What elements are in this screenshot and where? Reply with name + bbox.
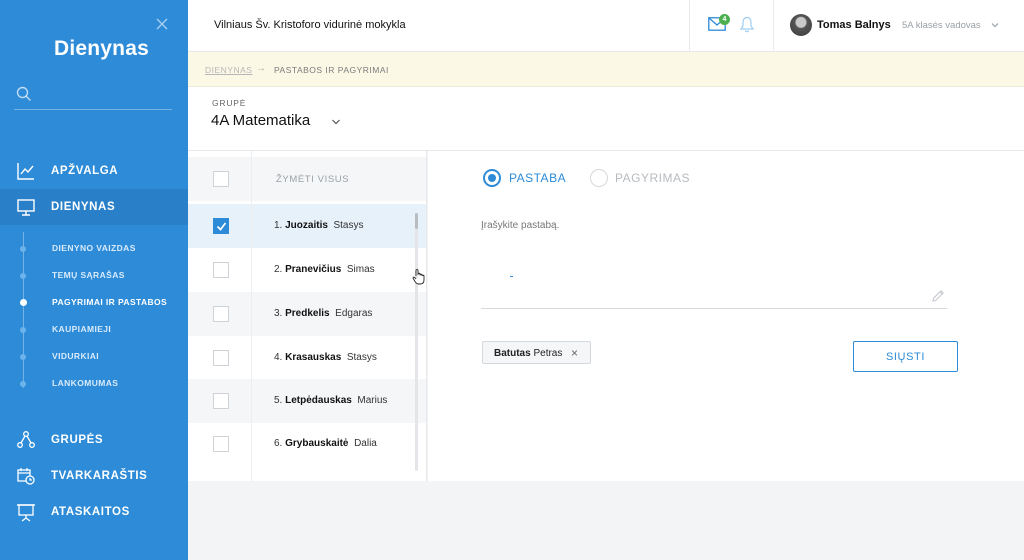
submenu-dot (20, 381, 26, 387)
select-all-label[interactable]: ŽYMĖTI VISUS (276, 174, 349, 185)
search-icon (16, 86, 31, 101)
submenu-item-temu-sarasas[interactable]: TEMŲ SĄRAŠAS (0, 262, 188, 289)
breadcrumb: DIENYNAS → PASTABOS IR PAGYRIMAI (188, 52, 1024, 87)
student-name: 2. Pranevičius Simas (274, 264, 375, 275)
submenu-item-dienyno-vaizdas[interactable]: DIENYNO VAIZDAS (0, 235, 188, 262)
student-name: 5. Letpėdauskas Marius (274, 395, 388, 406)
text-caret (510, 276, 513, 277)
presentation-icon (17, 504, 35, 522)
submenu-dot (20, 299, 27, 306)
submenu-item-pagyrimai-ir-pastabos[interactable]: PAGYRIMAI IR PASTABOS (0, 289, 188, 316)
breadcrumb-current: PASTABOS IR PAGYRIMAI (274, 65, 389, 75)
student-checkbox[interactable] (213, 436, 229, 452)
sidebar-item-ataskaitos[interactable]: ATASKAITOS (0, 494, 188, 530)
column-divider (251, 151, 252, 481)
student-row[interactable]: 4. Krasauskas Stasys (188, 336, 426, 380)
divider (689, 0, 690, 52)
submenu-dot (20, 327, 26, 333)
recipient-name: Batutas Petras (494, 348, 563, 359)
sidebar-item-label: TVARKARAŠTIS (51, 470, 148, 482)
radio-label[interactable]: PAGYRIMAS (615, 171, 690, 185)
recipient-chip: Batutas Petras × (482, 341, 591, 364)
student-name: 1. Juozaitis Stasys (274, 220, 364, 231)
submenu-item-lankomumas[interactable]: LANKOMUMAS (0, 370, 188, 397)
group-nodes-icon (17, 431, 35, 448)
submenu-label: DIENYNO VAIZDAS (52, 243, 136, 253)
sidebar-item-label: GRUPĖS (51, 434, 104, 446)
list-header-row: ŽYMĖTI VISUS (188, 157, 426, 201)
submenu-label: PAGYRIMAI IR PASTABOS (52, 297, 168, 307)
textarea-label: Įrašykite pastabą. (481, 220, 560, 231)
sidebar-item-label: DIENYNAS (51, 201, 116, 213)
submenu-item-vidurkiai[interactable]: VIDURKIAI (0, 343, 188, 370)
calendar-clock-icon (17, 468, 35, 485)
bell-icon[interactable] (740, 16, 754, 33)
chevron-down-icon[interactable] (331, 118, 341, 126)
sidebar: Dienynas APŽVALGA DIENYNAS DIENYNO VAIZD… (0, 0, 188, 560)
submenu-label: LANKOMUMAS (52, 378, 119, 388)
student-name: 4. Krasauskas Stasys (274, 352, 377, 363)
student-row[interactable]: 5. Letpėdauskas Marius (188, 379, 426, 423)
student-checkbox[interactable] (213, 306, 229, 322)
student-checkbox[interactable] (213, 262, 229, 278)
student-checkbox[interactable] (213, 218, 229, 234)
mail-count-badge: 4 (719, 14, 730, 25)
sidebar-item-grupes[interactable]: GRUPĖS (0, 422, 188, 458)
chart-trend-icon (17, 163, 34, 180)
school-name: Vilniaus Šv. Kristoforo vidurinė mokykla (214, 19, 406, 31)
student-row[interactable]: 6. Grybauskaitė Dalia (188, 422, 426, 466)
student-row[interactable]: 2. Pranevičius Simas (188, 248, 426, 292)
student-checkbox[interactable] (213, 350, 229, 366)
monitor-icon (17, 199, 35, 216)
submenu-dot (20, 246, 26, 252)
app-logo: Dienynas (54, 37, 149, 60)
hand-cursor-icon (412, 269, 425, 285)
user-name[interactable]: Tomas Balnys (817, 19, 891, 31)
radio-label[interactable]: PASTABA (509, 171, 566, 185)
top-bar: Vilniaus Šv. Kristoforo vidurinė mokykla… (188, 0, 1024, 52)
radio-pagyrimas[interactable] (590, 169, 608, 187)
remove-recipient-icon[interactable]: × (571, 346, 578, 360)
group-label: GRUPĖ (212, 98, 247, 108)
sidebar-item-label: ATASKAITOS (51, 506, 130, 518)
submenu-dot (20, 273, 26, 279)
submenu-dot (20, 354, 26, 360)
sidebar-item-tvarkarastis[interactable]: TVARKARAŠTIS (0, 458, 188, 494)
breadcrumb-arrow: → (256, 63, 266, 74)
sidebar-search[interactable] (14, 84, 172, 110)
breadcrumb-root-link[interactable]: DIENYNAS (205, 65, 252, 75)
radio-pastaba[interactable] (483, 169, 501, 187)
group-dropdown[interactable]: 4A Matematika (211, 112, 310, 129)
send-button[interactable]: SIŲSTI (853, 341, 958, 372)
student-row[interactable]: 3. Predkelis Edgaras (188, 292, 426, 336)
sidebar-item-dienynas[interactable]: DIENYNAS (0, 189, 188, 225)
list-scrollbar[interactable] (415, 213, 418, 471)
chevron-down-icon[interactable] (991, 21, 999, 29)
close-icon[interactable] (154, 16, 170, 32)
avatar[interactable] (790, 14, 812, 36)
checkmark-icon (216, 222, 227, 231)
sidebar-item-label: APŽVALGA (51, 165, 119, 177)
submenu-label: VIDURKIAI (52, 351, 100, 361)
submenu-item-kaupiamieji[interactable]: KAUPIAMIEJI (0, 316, 188, 343)
student-list: ŽYMĖTI VISUS 1. Juozaitis Stasys 2. Pran… (188, 151, 427, 481)
divider (773, 0, 774, 52)
sidebar-item-apzvalga[interactable]: APŽVALGA (0, 153, 188, 189)
pencil-icon[interactable] (931, 289, 945, 303)
group-selector: GRUPĖ 4A Matematika (188, 87, 1024, 151)
scrollbar-thumb[interactable] (415, 213, 418, 229)
student-checkbox[interactable] (213, 393, 229, 409)
user-role[interactable]: 5A klasės vadovas (902, 20, 981, 31)
student-name: 6. Grybauskaitė Dalia (274, 438, 377, 449)
submenu-label: KAUPIAMIEJI (52, 324, 112, 334)
note-form: PASTABA PAGYRIMAS Įrašykite pastabą. Bat… (428, 151, 1024, 481)
select-all-checkbox[interactable] (213, 171, 229, 187)
note-textarea[interactable] (481, 251, 947, 309)
submenu-label: TEMŲ SĄRAŠAS (52, 270, 125, 280)
student-name: 3. Predkelis Edgaras (274, 308, 373, 319)
student-row[interactable]: 1. Juozaitis Stasys (188, 204, 426, 248)
